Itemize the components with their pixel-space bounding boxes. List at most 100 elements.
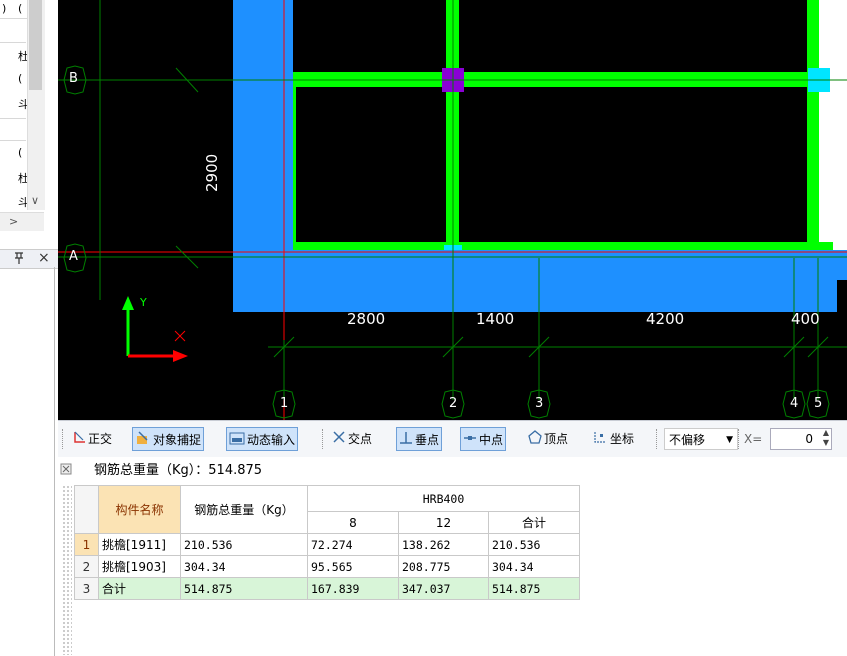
- offset-dropdown[interactable]: 不偏移 ▼: [664, 428, 738, 450]
- subtotal-cell[interactable]: 304.34: [488, 555, 580, 578]
- d8-cell[interactable]: 95.565: [307, 555, 399, 578]
- d12-cell[interactable]: 347.037: [398, 577, 489, 600]
- d12-cell[interactable]: 208.775: [398, 555, 489, 578]
- object-snap-button[interactable]: 对象捕捉: [132, 427, 205, 453]
- dynamic-input-label: 动态输入: [247, 433, 296, 447]
- x-label: X=: [744, 432, 763, 446]
- slab-edge: [837, 250, 847, 280]
- subtotal-cell[interactable]: 210.536: [488, 533, 580, 556]
- ucs-y-label: Y: [140, 296, 147, 309]
- beam-col5: [807, 0, 819, 250]
- close-icon[interactable]: ×: [38, 250, 50, 266]
- header-component-name[interactable]: 构件名称: [98, 485, 181, 534]
- report-panel: 钢筋总重量（Kg）：514.875 构件名称 钢筋总重量（Kg） HRB400 …: [58, 457, 847, 656]
- left-panel-divider: [0, 42, 26, 43]
- toolbar-separator: [322, 429, 324, 449]
- spinner-icon[interactable]: ▲ ▼: [823, 428, 829, 448]
- ortho-button[interactable]: 正交: [70, 427, 114, 451]
- scrollbar-thumb[interactable]: [29, 0, 42, 90]
- chevron-down-icon[interactable]: ▼: [726, 429, 733, 451]
- grid-drag-handle[interactable]: [62, 485, 72, 655]
- expand-icon[interactable]: [60, 463, 72, 478]
- x-coordinate-input[interactable]: 0 ▲ ▼: [770, 428, 832, 450]
- dimension-label: 4200: [646, 310, 685, 328]
- axis-label-a: A: [69, 249, 78, 264]
- midpoint-icon: [463, 429, 477, 453]
- d8-cell[interactable]: 72.274: [307, 533, 399, 556]
- panel-divider: [54, 267, 55, 656]
- drawing-svg[interactable]: [58, 0, 847, 420]
- row-number[interactable]: 2: [74, 555, 99, 578]
- midpoint-snap-button[interactable]: 中点: [460, 427, 507, 453]
- table-row[interactable]: 2 挑檐[1903] 304.34 95.565 208.775 304.34: [74, 555, 580, 578]
- dynamic-input-button[interactable]: 动态输入: [226, 427, 299, 451]
- ucs-y-arrow: [122, 296, 134, 310]
- component-name-cell[interactable]: 挑檐[1911]: [98, 533, 181, 556]
- vertex-label: 顶点: [544, 432, 569, 446]
- x-value: 0: [805, 432, 813, 446]
- row-number[interactable]: 1: [74, 533, 99, 556]
- perpendicular-label: 垂点: [415, 433, 440, 447]
- total-weight-cell[interactable]: 210.536: [180, 533, 308, 556]
- column-label: 2: [449, 396, 458, 411]
- toolbar-separator: [738, 429, 740, 449]
- scroll-right-icon[interactable]: >: [9, 215, 18, 228]
- left-panel-cell: ): [2, 2, 7, 15]
- component-name-cell[interactable]: 挑檐[1903]: [98, 555, 181, 578]
- object-snap-icon: [135, 429, 151, 453]
- ortho-icon: [72, 428, 86, 452]
- header-total-weight[interactable]: 钢筋总重量（Kg）: [180, 485, 308, 534]
- header-grade[interactable]: HRB400: [307, 485, 580, 512]
- intersection-snap-button[interactable]: 交点: [330, 427, 374, 451]
- coordinate-snap-button[interactable]: 坐标: [590, 427, 636, 451]
- beam-edge: [293, 72, 296, 250]
- intersection-label: 交点: [348, 432, 373, 446]
- snap-toolbar: 正交 对象捕捉 动态输入 交点 垂点 中点 顶点 坐标 不偏移 ▼ X= 0 ▲…: [58, 420, 847, 458]
- perpendicular-snap-button[interactable]: 垂点: [396, 427, 443, 453]
- component-name-cell[interactable]: 合计: [98, 577, 181, 600]
- horizontal-scrollbar[interactable]: >: [0, 212, 44, 231]
- ucs-x-arrow: [173, 350, 188, 362]
- rebar-table: 构件名称 钢筋总重量（Kg） HRB400 8 12 合计 1 挑檐[1911]…: [74, 485, 580, 600]
- list-item[interactable]: (: [18, 146, 22, 159]
- d8-cell[interactable]: 167.839: [307, 577, 399, 600]
- column-label: 1: [280, 396, 289, 411]
- total-weight-summary: 钢筋总重量（Kg）：514.875: [94, 463, 263, 478]
- list-item[interactable]: (: [18, 72, 22, 85]
- perpendicular-icon: [399, 429, 413, 453]
- pin-icon[interactable]: [13, 251, 25, 268]
- dimension-label: 1400: [476, 310, 515, 328]
- header-diameter-12[interactable]: 12: [398, 511, 489, 534]
- total-weight-cell[interactable]: 514.875: [180, 577, 308, 600]
- d12-cell[interactable]: 138.262: [398, 533, 489, 556]
- table-total-row[interactable]: 3 合计 514.875 167.839 347.037 514.875: [74, 577, 580, 600]
- toolbar-separator: [656, 429, 658, 449]
- cad-canvas[interactable]: B A Y 2900 2800 1400 4200 400 1 2 3 4 5: [58, 0, 847, 420]
- axis-label-b: B: [69, 71, 78, 86]
- dimension-label: 400: [791, 310, 820, 328]
- left-panel-cell: (: [18, 2, 23, 15]
- vertex-icon: [528, 428, 542, 452]
- dimension-vertical: 2900: [203, 153, 221, 192]
- dimension-label: 2800: [347, 310, 386, 328]
- left-panel: ) ( 杜 ( 斗 ( 杜 斗 ∨ > ×: [0, 0, 58, 656]
- intersection-icon: [332, 428, 346, 452]
- coordinate-label: 坐标: [610, 432, 635, 446]
- subtotal-cell[interactable]: 514.875: [488, 577, 580, 600]
- header-diameter-8[interactable]: 8: [307, 511, 399, 534]
- column-label: 4: [790, 396, 799, 411]
- midpoint-label: 中点: [479, 433, 504, 447]
- offset-value: 不偏移: [669, 433, 706, 447]
- vertex-snap-button[interactable]: 顶点: [526, 427, 570, 451]
- object-snap-label: 对象捕捉: [153, 433, 202, 447]
- total-weight-cell[interactable]: 304.34: [180, 555, 308, 578]
- row-number[interactable]: 3: [74, 577, 99, 600]
- scroll-down-icon[interactable]: ∨: [31, 194, 39, 207]
- header-subtotal[interactable]: 合计: [488, 511, 580, 534]
- opening-white: [818, 0, 847, 250]
- coordinate-icon: [592, 428, 608, 452]
- table-row[interactable]: 1 挑檐[1911] 210.536 72.274 138.262 210.53…: [74, 533, 580, 556]
- corner-cell: [74, 485, 99, 534]
- column-label: 5: [814, 396, 823, 411]
- ortho-label: 正交: [88, 432, 113, 446]
